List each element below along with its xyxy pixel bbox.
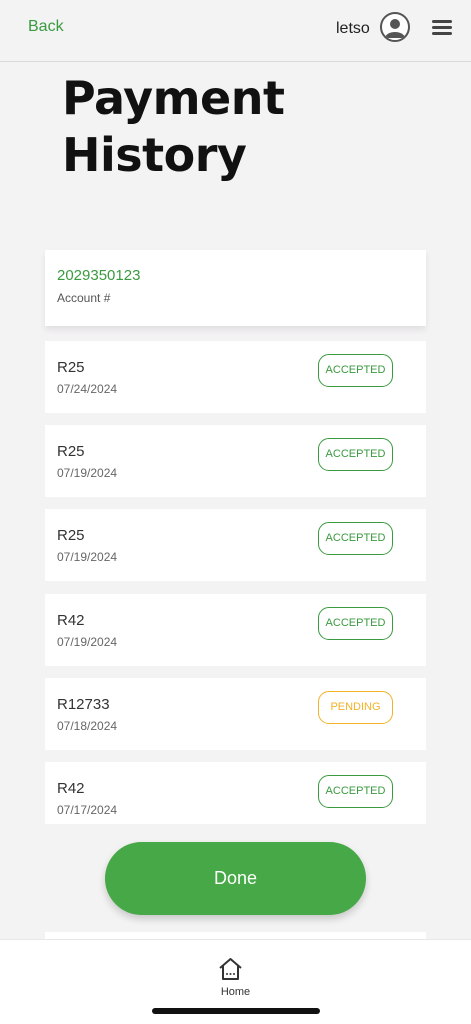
account-label: Account # <box>57 291 111 305</box>
payment-row[interactable]: R42 07/17/2024 ACCEPTED <box>45 762 426 824</box>
payment-row[interactable]: R25 07/19/2024 ACCEPTED <box>45 425 426 497</box>
account-number: 2029350123 <box>57 267 141 284</box>
payment-row[interactable]: R25 07/24/2024 ACCEPTED <box>45 341 426 413</box>
page-title: Payment History <box>62 71 285 182</box>
user-avatar-icon[interactable] <box>380 12 410 42</box>
status-badge: PENDING <box>318 691 393 724</box>
status-badge: ACCEPTED <box>318 522 393 555</box>
hamburger-menu-icon[interactable] <box>432 20 452 36</box>
payment-amount: R42 <box>57 612 85 629</box>
home-indicator <box>152 1008 320 1014</box>
home-icon[interactable] <box>218 957 243 981</box>
payment-date: 07/19/2024 <box>57 550 118 564</box>
payment-row[interactable]: R12733 07/18/2024 PENDING <box>45 678 426 750</box>
status-badge: ACCEPTED <box>318 775 393 808</box>
payment-row[interactable]: R42 07/19/2024 ACCEPTED <box>45 594 426 666</box>
status-badge: ACCEPTED <box>318 607 393 640</box>
payment-date: 07/17/2024 <box>57 803 118 817</box>
payment-amount: R25 <box>57 527 85 544</box>
username-label: letso <box>336 20 370 37</box>
status-badge: ACCEPTED <box>318 354 393 387</box>
top-bar: Back letso <box>0 0 471 62</box>
payment-row[interactable]: R25 07/19/2024 ACCEPTED <box>45 509 426 581</box>
payment-amount: R25 <box>57 443 85 460</box>
payment-date: 07/24/2024 <box>57 382 118 396</box>
tab-home-label[interactable]: Home <box>0 986 471 998</box>
payment-amount: R12733 <box>57 696 110 713</box>
done-button[interactable]: Done <box>105 842 366 915</box>
payment-date: 07/19/2024 <box>57 635 118 649</box>
payment-date: 07/19/2024 <box>57 466 118 480</box>
status-badge: ACCEPTED <box>318 438 393 471</box>
payment-date: 07/18/2024 <box>57 719 118 733</box>
payment-amount: R25 <box>57 359 85 376</box>
bottom-tab-bar: Home <box>0 939 471 1024</box>
account-card: 2029350123 Account # <box>45 250 426 326</box>
back-button[interactable]: Back <box>28 18 64 36</box>
payment-amount: R42 <box>57 780 85 797</box>
